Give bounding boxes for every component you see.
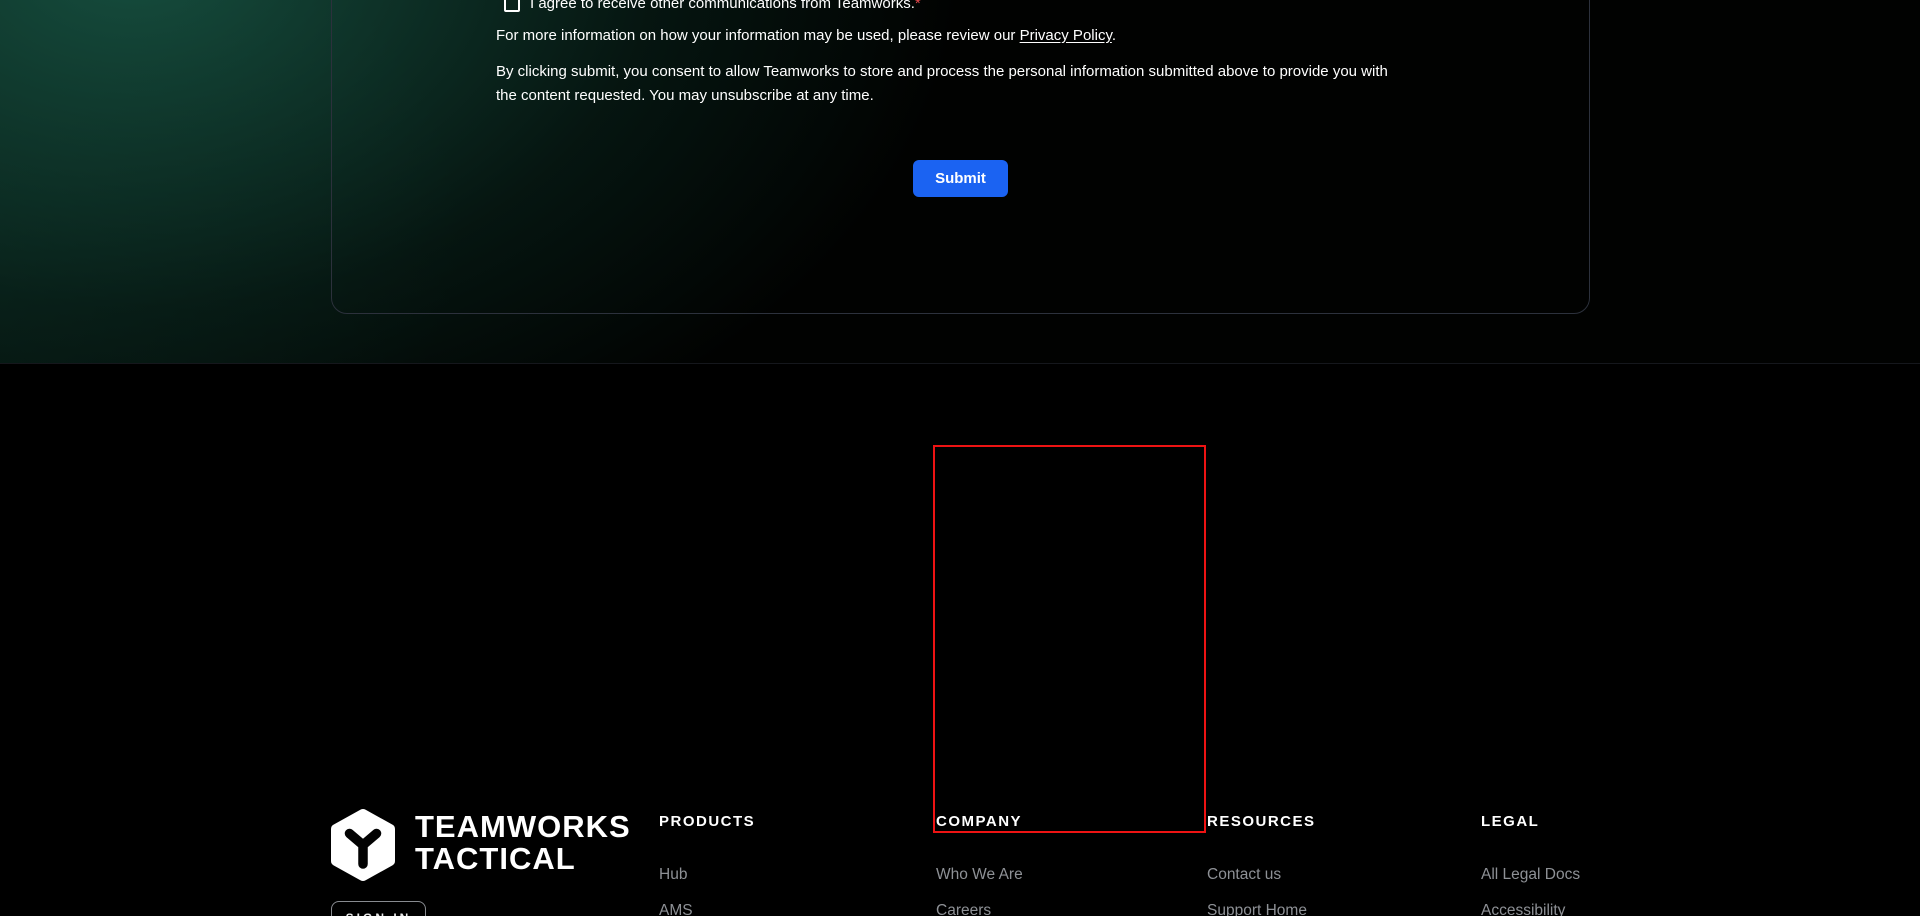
consent-checkbox-label: I agree to receive other communications … [530,0,921,12]
consent-checkbox[interactable] [504,0,520,12]
footer-link-contact-us[interactable]: Contact us [1207,857,1316,893]
footer-link-careers[interactable]: Careers [936,893,1023,916]
privacy-policy-link[interactable]: Privacy Policy [1020,27,1112,44]
footer-link-ams[interactable]: AMS [659,893,755,916]
sign-in-button[interactable]: SIGN IN [331,901,426,916]
footer-column-resources: RESOURCES Contact us Support Home Learni… [1207,813,1316,916]
footer-column-title-company: COMPANY [936,813,1023,830]
page: I agree to receive other communications … [0,0,1920,916]
footer-column-company: COMPANY Who We Are Careers [936,813,1023,916]
privacy-info-line: For more information on how your informa… [496,27,1116,44]
form-section: I agree to receive other communications … [0,0,1920,364]
brand-name: TEAMWORKS TACTICAL [415,811,631,875]
footer-link-all-legal-docs[interactable]: All Legal Docs [1481,857,1580,893]
footer-column-title-legal: LEGAL [1481,813,1580,830]
submit-button[interactable]: Submit [913,160,1008,197]
consent-checkbox-row: I agree to receive other communications … [504,0,921,12]
privacy-info-text: For more information on how your informa… [496,27,1020,44]
footer-link-who-we-are[interactable]: Who We Are [936,857,1023,893]
brand-name-line2: TACTICAL [415,843,631,875]
footer: TEAMWORKS TACTICAL SIGN IN (202) 875-893… [0,364,1920,916]
consent-checkbox-text: I agree to receive other communications … [530,0,915,12]
footer-column-products: PRODUCTS Hub AMS Nutrition [659,813,755,916]
privacy-info-period: . [1112,27,1116,44]
consent-paragraph: By clicking submit, you consent to allow… [496,60,1401,108]
footer-column-title-resources: RESOURCES [1207,813,1316,830]
footer-column-legal: LEGAL All Legal Docs Accessibility Priva… [1481,813,1580,916]
required-asterisk: * [915,0,921,12]
footer-link-accessibility[interactable]: Accessibility [1481,893,1580,916]
brand-name-line1: TEAMWORKS [415,811,631,843]
brand-logo[interactable]: TEAMWORKS TACTICAL [330,808,631,882]
form-card [331,0,1590,314]
teamworks-hexagon-icon [330,808,396,882]
footer-link-hub[interactable]: Hub [659,857,755,893]
footer-column-title-products: PRODUCTS [659,813,755,830]
footer-link-support-home[interactable]: Support Home [1207,893,1316,916]
